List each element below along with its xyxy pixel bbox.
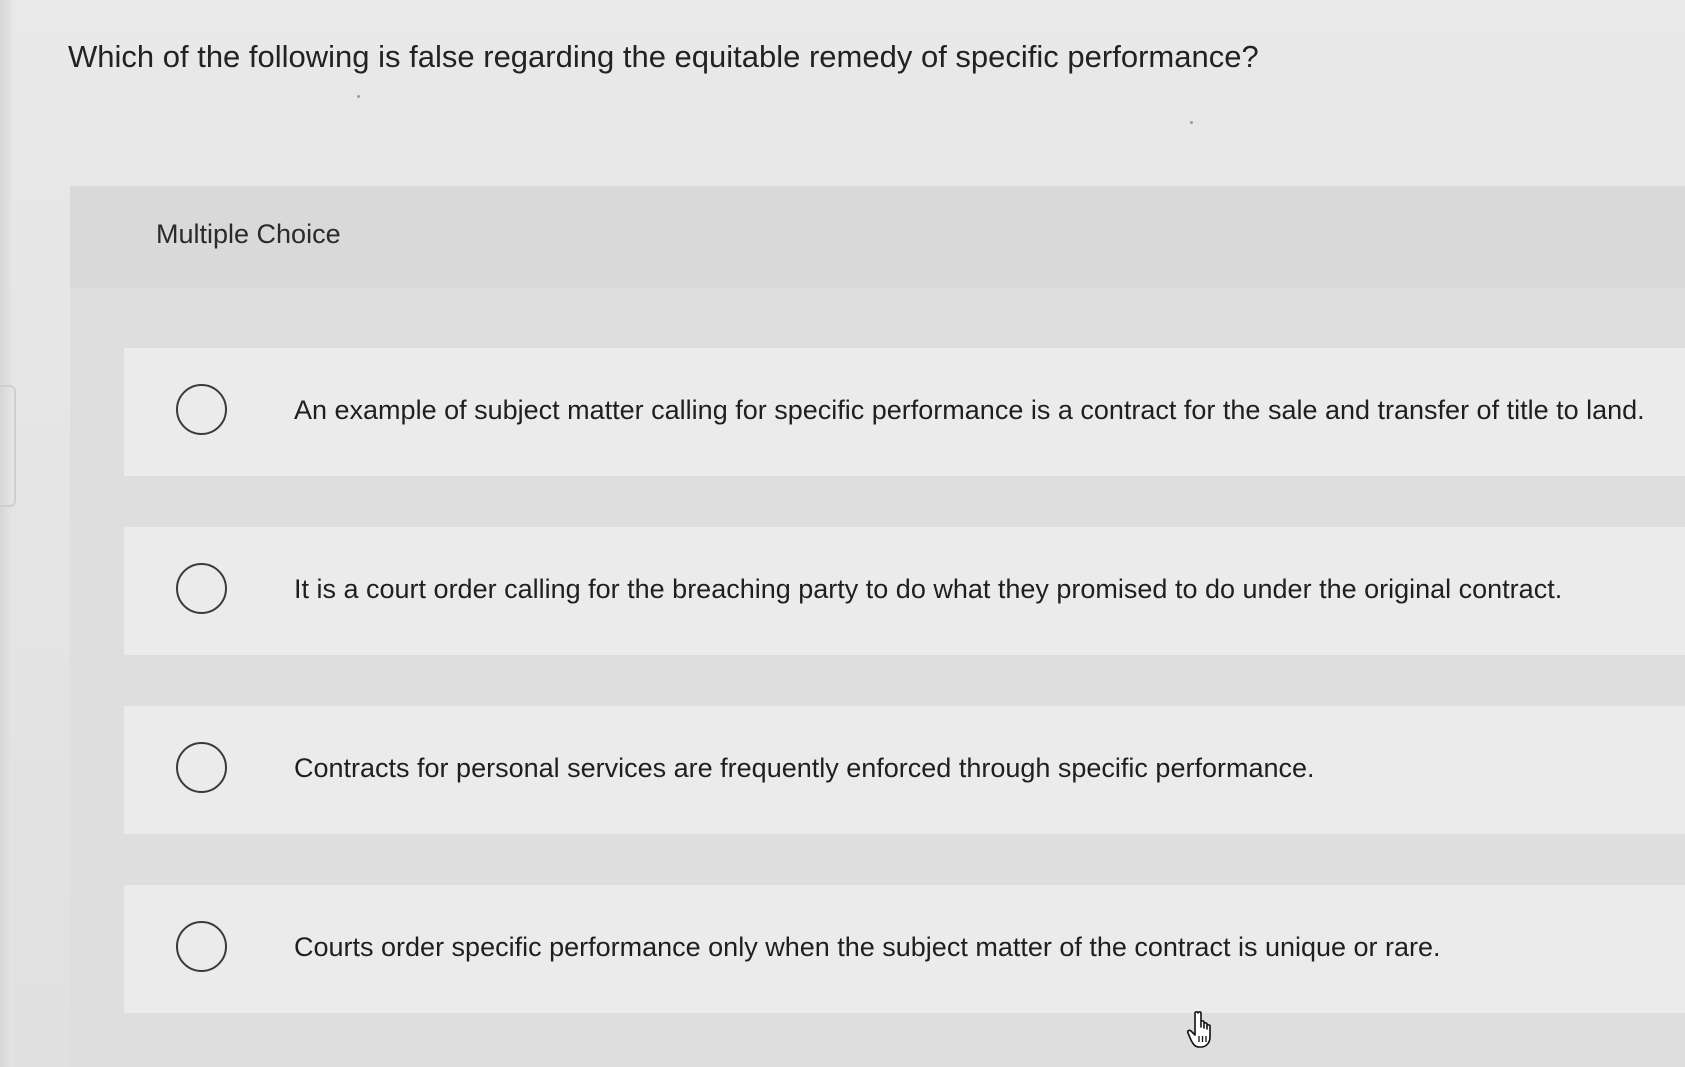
left-edge-shadow <box>0 0 12 1067</box>
radio-circle-icon[interactable] <box>176 563 227 614</box>
radio-circle-icon[interactable] <box>176 384 227 435</box>
screen-speck <box>1190 121 1193 124</box>
question-text: Which of the following is false regardin… <box>68 39 1259 74</box>
answer-option-1[interactable]: An example of subject matter calling for… <box>124 348 1685 476</box>
panel-title: Multiple Choice <box>156 219 341 249</box>
answer-option-text: Contracts for personal services are freq… <box>294 753 1315 783</box>
screen-speck <box>357 95 360 98</box>
answer-option-2[interactable]: It is a court order calling for the brea… <box>124 527 1685 655</box>
answer-option-text: Courts order specific performance only w… <box>294 932 1441 962</box>
question-page: Which of the following is false regardin… <box>0 0 1685 1067</box>
radio-circle-icon[interactable] <box>176 921 227 972</box>
answer-options: An example of subject matter calling for… <box>124 348 1685 1064</box>
radio-circle-icon[interactable] <box>176 742 227 793</box>
answer-option-3[interactable]: Contracts for personal services are freq… <box>124 706 1685 834</box>
answer-option-4[interactable]: Courts order specific performance only w… <box>124 885 1685 1013</box>
panel-header: Multiple Choice <box>70 186 1685 288</box>
side-tab-outline <box>0 385 16 507</box>
hand-pointer-icon <box>1186 1011 1211 1048</box>
multiple-choice-panel: Multiple Choice An example of subject ma… <box>70 186 1685 1067</box>
answer-option-text: An example of subject matter calling for… <box>294 395 1645 425</box>
answer-option-text: It is a court order calling for the brea… <box>294 574 1563 604</box>
